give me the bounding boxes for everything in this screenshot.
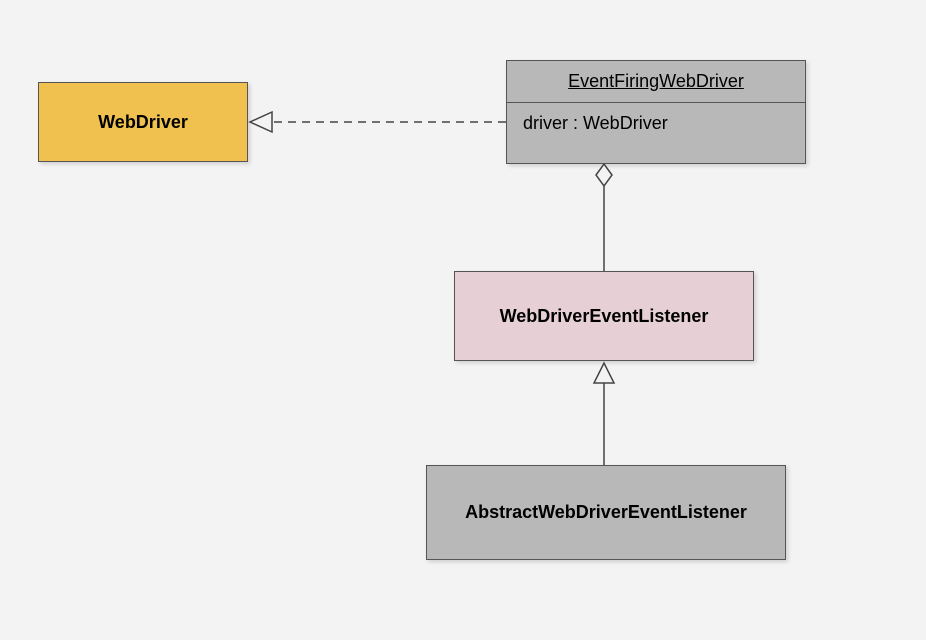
class-listener-label: WebDriverEventListener bbox=[500, 306, 709, 327]
class-event-firing-title: EventFiringWebDriver bbox=[507, 61, 805, 103]
class-webdriver-label: WebDriver bbox=[98, 112, 188, 133]
class-abstract-listener-label: AbstractWebDriverEventListener bbox=[465, 502, 747, 523]
class-event-firing-attribute: driver : WebDriver bbox=[507, 103, 805, 144]
connector-realization bbox=[248, 100, 506, 144]
class-webdriver: WebDriver bbox=[38, 82, 248, 162]
class-abstract-webdriver-event-listener: AbstractWebDriverEventListener bbox=[426, 465, 786, 560]
connector-generalization bbox=[592, 361, 616, 465]
class-event-firing-webdriver: EventFiringWebDriver driver : WebDriver bbox=[506, 60, 806, 164]
connector-aggregation bbox=[592, 164, 616, 271]
class-webdriver-event-listener: WebDriverEventListener bbox=[454, 271, 754, 361]
